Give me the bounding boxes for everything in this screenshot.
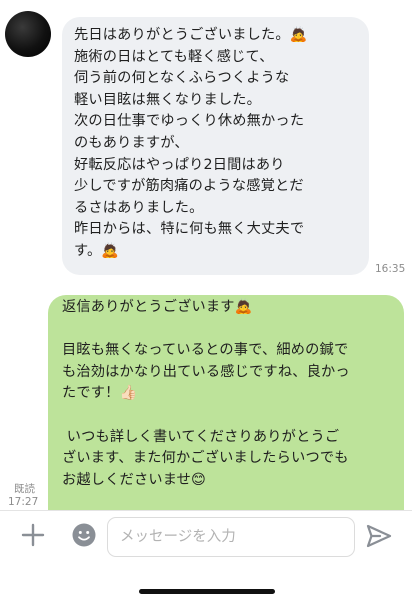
message-input-bar bbox=[0, 510, 412, 565]
chat-area: 先日はありがとうございました。🙇 施術の日はとても軽く感じて、 伺う前の何となく… bbox=[0, 0, 412, 510]
plus-icon bbox=[21, 523, 45, 547]
read-receipt-label: 既読 bbox=[14, 483, 35, 495]
send-icon bbox=[366, 524, 392, 548]
send-button[interactable] bbox=[366, 524, 392, 548]
plus-button[interactable] bbox=[19, 521, 47, 549]
home-indicator bbox=[139, 589, 275, 594]
received-message-time: 16:35 bbox=[375, 263, 406, 275]
emoji-icon bbox=[72, 523, 96, 547]
sent-message-bubble[interactable]: 返信ありがとうございます🙇 目眩も無くなっているとの事で、細めの鍼で も治効はか… bbox=[48, 295, 404, 510]
avatar[interactable] bbox=[5, 11, 51, 57]
received-message-bubble[interactable]: 先日はありがとうございました。🙇 施術の日はとても軽く感じて、 伺う前の何となく… bbox=[62, 17, 369, 275]
emoji-button[interactable] bbox=[71, 522, 97, 548]
sent-message-time: 17:27 bbox=[8, 496, 39, 508]
message-input[interactable] bbox=[107, 517, 355, 557]
